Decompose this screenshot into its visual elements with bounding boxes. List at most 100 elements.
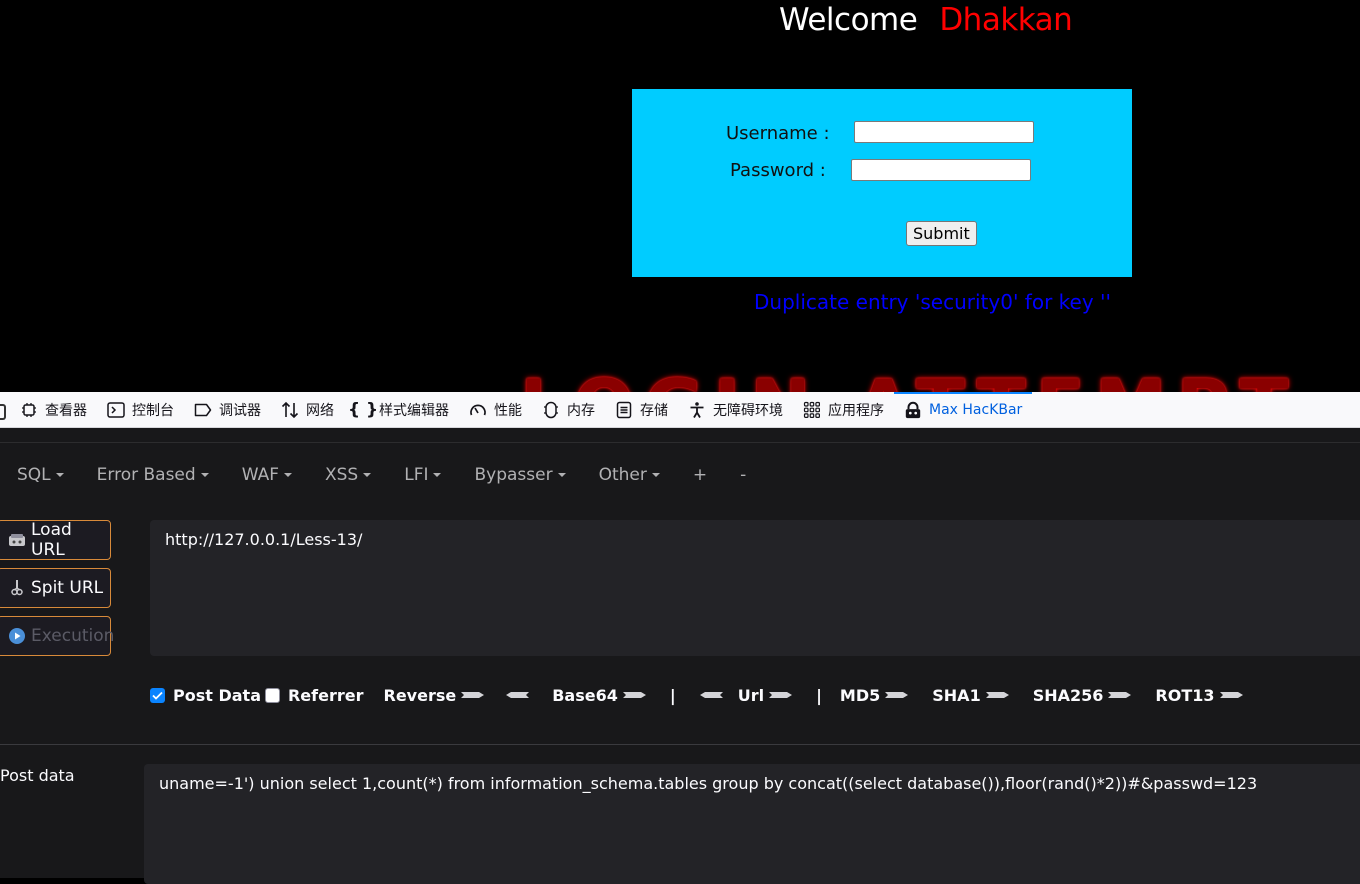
error-message: Duplicate entry 'security0' for key '' bbox=[754, 290, 1112, 314]
separator: | bbox=[816, 685, 822, 705]
referrer-label: Referrer bbox=[287, 685, 364, 705]
divider bbox=[0, 744, 1360, 745]
tab-label: 应用程序 bbox=[828, 402, 884, 419]
username-label: Username : bbox=[726, 123, 830, 144]
memory-icon bbox=[542, 401, 560, 419]
tab-max-hackbar[interactable]: Max HacKBar bbox=[894, 391, 1033, 428]
login-form: Username : Password : Submit bbox=[632, 89, 1132, 277]
performance-icon bbox=[469, 401, 487, 419]
caret-down-icon bbox=[651, 473, 660, 477]
tab-accessibility[interactable]: 无障碍环境 bbox=[678, 392, 793, 428]
caret-down-icon bbox=[557, 473, 566, 477]
menu-add[interactable]: + bbox=[676, 465, 723, 485]
tab-label: 控制台 bbox=[132, 402, 174, 419]
submit-button[interactable]: Submit bbox=[906, 221, 977, 246]
rot13-label[interactable]: ROT13 bbox=[1155, 686, 1214, 705]
execution-button[interactable]: Execution bbox=[0, 616, 114, 656]
accessibility-icon bbox=[688, 401, 706, 419]
divider bbox=[0, 442, 1360, 443]
tab-label: 调试器 bbox=[219, 402, 261, 419]
menu-error-based[interactable]: Error Based bbox=[80, 465, 225, 485]
tab-label: 样式编辑器 bbox=[379, 402, 449, 419]
arrow-right-icon[interactable] bbox=[1107, 688, 1133, 702]
post-data-input[interactable]: uname=-1') union select 1,count(*) from … bbox=[144, 764, 1360, 884]
tab-label: Max HacKBar bbox=[929, 401, 1023, 418]
welcome-text: Welcome bbox=[779, 2, 918, 38]
tab-label: 内存 bbox=[567, 402, 595, 419]
arrow-left-icon[interactable] bbox=[698, 688, 724, 702]
caret-down-icon bbox=[283, 473, 292, 477]
tab-label: 性能 bbox=[494, 402, 522, 419]
caret-down-icon bbox=[363, 473, 372, 477]
sha1-label[interactable]: SHA1 bbox=[932, 686, 980, 705]
post-data-label: Post Data bbox=[173, 685, 261, 705]
tab-application[interactable]: 应用程序 bbox=[793, 392, 894, 428]
web-page: Welcome Dhakkan Username : Password : Sub… bbox=[0, 0, 1360, 392]
reverse-label[interactable]: Reverse bbox=[384, 686, 457, 705]
sha256-label[interactable]: SHA256 bbox=[1033, 686, 1104, 705]
banner-text: LOGIN ATTEMPT bbox=[520, 370, 1320, 392]
menu-lfi[interactable]: LFI bbox=[387, 465, 457, 485]
debugger-icon bbox=[194, 401, 212, 419]
menu-remove[interactable]: - bbox=[723, 465, 762, 485]
caret-down-icon bbox=[55, 473, 64, 477]
hackbar-menu: SQL Error Based WAF XSS LFI Bypasser Oth… bbox=[0, 460, 762, 490]
user-name: Dhakkan bbox=[939, 2, 1073, 38]
base64-label[interactable]: Base64 bbox=[552, 686, 618, 705]
url-encode-label[interactable]: Url bbox=[738, 686, 764, 705]
inspector-icon bbox=[20, 401, 38, 419]
tab-network[interactable]: 网络 bbox=[271, 392, 344, 428]
tab-style-editor[interactable]: { } 样式编辑器 bbox=[344, 392, 459, 428]
arrow-right-icon[interactable] bbox=[1219, 688, 1245, 702]
split-url-button[interactable]: Spit URL bbox=[0, 568, 111, 608]
style-editor-icon: { } bbox=[347, 399, 379, 420]
password-label: Password : bbox=[730, 160, 826, 181]
menu-other[interactable]: Other bbox=[582, 465, 676, 485]
tab-inspector[interactable]: 查看器 bbox=[10, 392, 97, 428]
caret-down-icon bbox=[433, 473, 442, 477]
devtools-pick-edge[interactable] bbox=[0, 392, 10, 428]
post-data-heading: Post data bbox=[0, 766, 75, 785]
referrer-checkbox[interactable] bbox=[264, 687, 280, 703]
arrow-right-icon[interactable] bbox=[884, 688, 910, 702]
url-input[interactable]: http://127.0.0.1/Less-13/ bbox=[150, 520, 1360, 656]
username-input[interactable] bbox=[854, 121, 1034, 143]
tab-label: 无障碍环境 bbox=[713, 402, 783, 419]
tab-label: 查看器 bbox=[45, 402, 87, 419]
hackbar-icon bbox=[904, 401, 922, 419]
post-data-checkbox[interactable] bbox=[150, 687, 165, 703]
arrow-right-icon[interactable] bbox=[622, 688, 648, 702]
tab-label: 存储 bbox=[640, 402, 668, 419]
network-icon bbox=[281, 401, 299, 419]
devtools-toolbar: 查看器 控制台 调试器 网络 { } 样式编辑器 性能 内存 存储 无障碍环境 … bbox=[0, 391, 1360, 428]
arrow-right-icon[interactable] bbox=[768, 688, 794, 702]
menu-bypasser[interactable]: Bypasser bbox=[457, 465, 581, 485]
encoding-options: Post Data Referrer Reverse Base64 | Url … bbox=[150, 683, 1249, 707]
tab-memory[interactable]: 内存 bbox=[532, 392, 605, 428]
console-icon bbox=[107, 401, 125, 419]
tab-performance[interactable]: 性能 bbox=[459, 392, 532, 428]
menu-sql[interactable]: SQL bbox=[0, 465, 80, 485]
md5-label[interactable]: MD5 bbox=[840, 686, 880, 705]
banner-image: LOGIN ATTEMPT bbox=[520, 370, 1320, 392]
arrow-right-icon[interactable] bbox=[985, 688, 1011, 702]
arrow-right-icon[interactable] bbox=[460, 688, 486, 702]
separator: | bbox=[669, 685, 676, 705]
application-icon bbox=[803, 401, 821, 419]
load-url-button[interactable]: Load URL bbox=[0, 520, 111, 560]
tab-storage[interactable]: 存储 bbox=[605, 392, 678, 428]
tab-debugger[interactable]: 调试器 bbox=[184, 392, 271, 428]
load-url-icon bbox=[8, 531, 26, 549]
split-url-icon bbox=[8, 579, 26, 597]
tab-label: 网络 bbox=[306, 402, 334, 419]
storage-icon bbox=[615, 401, 633, 419]
menu-xss[interactable]: XSS bbox=[308, 465, 387, 485]
tab-console[interactable]: 控制台 bbox=[97, 392, 184, 428]
arrow-left-icon[interactable] bbox=[504, 688, 530, 702]
password-input[interactable] bbox=[851, 159, 1031, 181]
checkmark-icon bbox=[152, 691, 163, 700]
menu-waf[interactable]: WAF bbox=[225, 465, 308, 485]
caret-down-icon bbox=[200, 473, 209, 477]
play-icon bbox=[8, 627, 26, 645]
welcome-heading: Welcome Dhakkan bbox=[779, 2, 1073, 38]
